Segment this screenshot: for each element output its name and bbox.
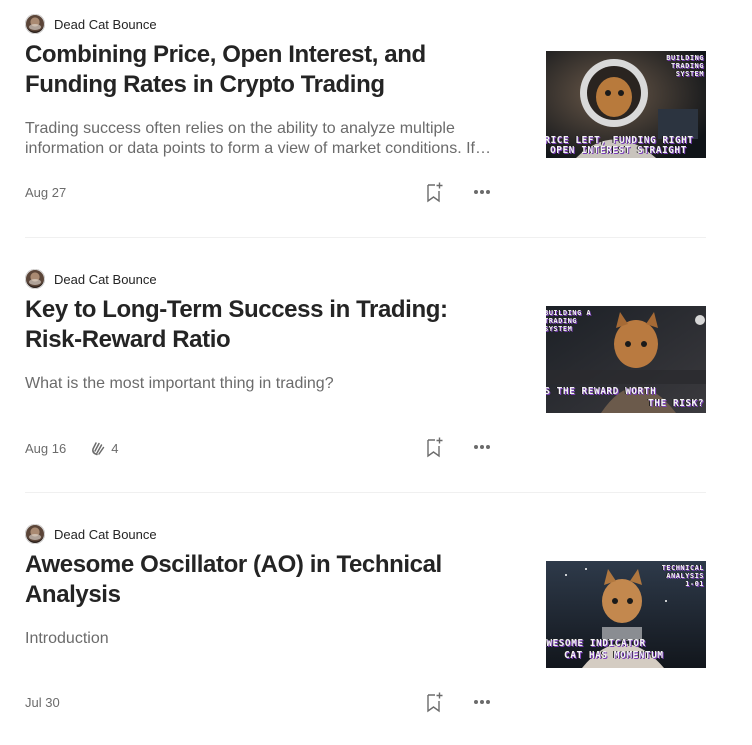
article-actions	[424, 181, 493, 203]
more-options-button[interactable]	[471, 181, 493, 203]
thumbnail-top-text: BUILDING A	[546, 309, 592, 317]
thumbnail-top-text: TRADING	[546, 317, 578, 325]
thumbnail-caption: AWESOME INDICATOR	[546, 638, 646, 649]
article-card: Dead Cat Bounce Combining Price, Open In…	[0, 0, 752, 238]
bookmark-button[interactable]	[424, 691, 446, 713]
thumbnail-top-text: SYSTEM	[546, 325, 573, 333]
more-dots-icon	[474, 190, 490, 194]
publish-date: Aug 27	[25, 185, 67, 200]
author-link[interactable]: Dead Cat Bounce	[25, 524, 157, 544]
clap-icon	[92, 442, 105, 456]
article-subtitle[interactable]: Introduction	[25, 629, 495, 649]
article-thumbnail[interactable]: TECHNICAL ANALYSIS 1-01 AWESOME INDICATO…	[546, 561, 706, 668]
article-meta: Aug 27	[25, 185, 66, 200]
author-link[interactable]: Dead Cat Bounce	[25, 269, 157, 289]
article-actions	[424, 691, 493, 713]
bookmark-add-icon	[427, 437, 443, 458]
author-avatar	[25, 524, 45, 544]
article-title[interactable]: Key to Long-Term Success in Trading: Ris…	[25, 295, 505, 355]
divider	[25, 237, 706, 238]
more-dots-icon	[474, 700, 490, 704]
author-name: Dead Cat Bounce	[54, 271, 157, 287]
article-subtitle[interactable]: What is the most important thing in trad…	[25, 374, 495, 394]
article-meta: Aug 16 4	[25, 440, 118, 456]
more-dots-icon	[474, 445, 490, 449]
article-title[interactable]: Combining Price, Open Interest, and Fund…	[25, 40, 505, 100]
article-thumbnail[interactable]: BUILDING TRADING SYSTEM PRICE LEFT, FUND…	[546, 51, 706, 158]
clap-count-value: 4	[111, 440, 119, 456]
thumbnail-caption: IS THE REWARD WORTH	[546, 386, 657, 397]
author-avatar	[25, 14, 45, 34]
publish-date: Jul 30	[25, 695, 60, 710]
article-card: Dead Cat Bounce Key to Long-Term Success…	[0, 255, 752, 493]
clap-count[interactable]: 4	[90, 440, 118, 456]
thumbnail-caption: THE RISK?	[648, 398, 704, 409]
article-thumbnail[interactable]: BUILDING A TRADING SYSTEM IS THE REWARD …	[546, 306, 706, 413]
author-name: Dead Cat Bounce	[54, 526, 157, 542]
thumbnail-top-text: 1-01	[685, 580, 704, 588]
thumbnail-top-text: TRADING	[670, 62, 704, 70]
thumbnail-top-text: ANALYSIS	[666, 572, 704, 580]
bookmark-button[interactable]	[424, 436, 446, 458]
more-options-button[interactable]	[471, 436, 493, 458]
author-name: Dead Cat Bounce	[54, 16, 157, 32]
divider	[25, 492, 706, 493]
article-subtitle[interactable]: Trading success often relies on the abil…	[25, 119, 495, 159]
bookmark-button[interactable]	[424, 181, 446, 203]
article-meta: Jul 30	[25, 695, 60, 710]
bookmark-add-icon	[427, 692, 443, 713]
author-link[interactable]: Dead Cat Bounce	[25, 14, 157, 34]
thumbnail-top-text: TECHNICAL	[661, 564, 704, 572]
author-avatar	[25, 269, 45, 289]
thumbnail-caption: CAT HAS MOMENTUM	[564, 650, 664, 661]
article-actions	[424, 436, 493, 458]
article-feed: Dead Cat Bounce Combining Price, Open In…	[0, 0, 752, 713]
article-title[interactable]: Awesome Oscillator (AO) in Technical Ana…	[25, 550, 505, 610]
publish-date: Aug 16	[25, 440, 67, 456]
bookmark-add-icon	[427, 182, 443, 203]
more-options-button[interactable]	[471, 691, 493, 713]
article-card: Dead Cat Bounce Awesome Oscillator (AO) …	[0, 510, 752, 745]
thumbnail-caption: OPEN INTEREST STRAIGHT	[550, 145, 687, 156]
thumbnail-top-text: SYSTEM	[675, 70, 704, 78]
thumbnail-top-text: BUILDING	[666, 54, 704, 62]
